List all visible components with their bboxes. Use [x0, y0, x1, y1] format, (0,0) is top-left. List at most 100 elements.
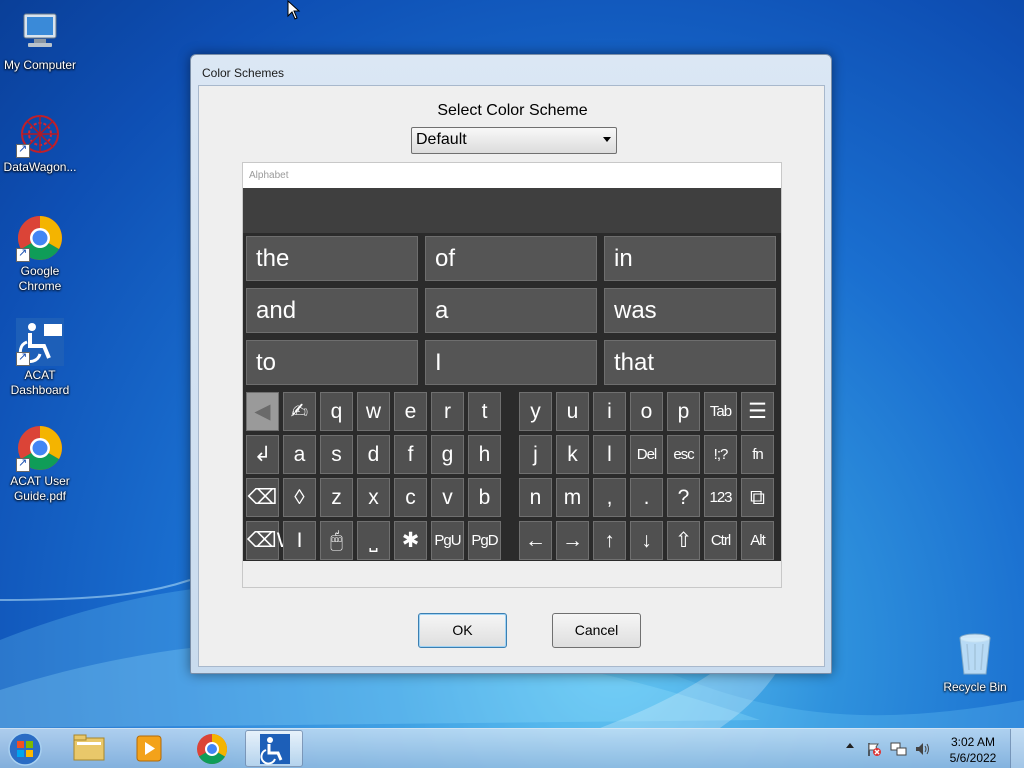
taskbar-media-player[interactable] — [120, 730, 178, 767]
keyboard-key[interactable]: Alt — [741, 521, 774, 560]
keyboard-key[interactable]: ⇧ — [667, 521, 700, 560]
keyboard-key[interactable]: . — [630, 478, 663, 517]
action-center-flag-icon[interactable] — [866, 741, 882, 757]
desktop-icon-recycle-bin[interactable]: Recycle Bin — [935, 630, 1015, 695]
keyboard-key[interactable]: PgD — [468, 521, 501, 560]
keyboard-key[interactable]: k — [556, 435, 589, 474]
shortcut-arrow-icon — [16, 350, 30, 366]
keyboard-key[interactable]: ↑ — [593, 521, 626, 560]
keyboard-key[interactable]: c — [394, 478, 427, 517]
keyboard-key[interactable]: q — [320, 392, 353, 431]
keyboard-key[interactable]: ✍ — [283, 392, 316, 431]
shortcut-arrow-icon — [16, 246, 30, 262]
keyboard-key[interactable]: j — [519, 435, 552, 474]
media-player-icon — [136, 735, 162, 762]
keyboard-key[interactable]: b — [468, 478, 501, 517]
recycle-bin-icon — [951, 630, 999, 678]
cancel-button[interactable]: Cancel — [552, 613, 641, 648]
desktop-icon-label: My Computer — [3, 58, 77, 72]
keyboard-key[interactable]: f — [394, 435, 427, 474]
color-scheme-dropdown[interactable]: Default — [411, 127, 617, 154]
keyboard-key[interactable]: Del — [630, 435, 663, 474]
keyboard-key[interactable]: ✱ — [394, 521, 427, 560]
select-color-scheme-label: Select Color Scheme — [437, 102, 588, 119]
dialog-title: Color Schemes — [202, 66, 285, 80]
keyboard-key[interactable]: n — [519, 478, 552, 517]
keyboard-key[interactable]: x — [357, 478, 390, 517]
taskbar-explorer[interactable] — [60, 730, 118, 767]
desktop-icon-google-chrome[interactable]: Google Chrome — [0, 214, 80, 294]
keyboard-key[interactable]: o — [630, 392, 663, 431]
keyboard-key[interactable]: t — [468, 392, 501, 431]
keyboard-key[interactable]: I — [283, 521, 316, 560]
keyboard-key[interactable]: y — [519, 392, 552, 431]
keyboard-key[interactable]: Ctrl — [704, 521, 737, 560]
keyboard-key[interactable]: Tab — [704, 392, 737, 431]
keyboard-key[interactable]: r — [431, 392, 464, 431]
keyboard-key[interactable]: z — [320, 478, 353, 517]
keyboard-key[interactable]: ? — [667, 478, 700, 517]
ok-button[interactable]: OK — [418, 613, 507, 648]
keyboard-key[interactable]: ◊ — [283, 478, 316, 517]
word-prediction-key[interactable]: in — [604, 236, 776, 281]
keyboard-key[interactable]: !;? — [704, 435, 737, 474]
keyboard-key[interactable]: , — [593, 478, 626, 517]
keyboard-key[interactable]: m — [556, 478, 589, 517]
volume-icon[interactable] — [914, 741, 932, 757]
keyboard-key[interactable]: ⧉ — [741, 478, 774, 517]
keyboard-key[interactable]: esc — [667, 435, 700, 474]
keyboard-key[interactable]: s — [320, 435, 353, 474]
word-prediction-key[interactable]: of — [425, 236, 597, 281]
network-icon[interactable] — [890, 741, 908, 757]
word-prediction-key[interactable]: a — [425, 288, 597, 333]
keyboard-key[interactable]: p — [667, 392, 700, 431]
keyboard-key[interactable]: → — [556, 521, 589, 560]
keyboard-key[interactable]: l — [593, 435, 626, 474]
chevron-down-icon[interactable] — [603, 137, 611, 142]
datawagon-icon — [16, 110, 64, 158]
keyboard-key[interactable]: h — [468, 435, 501, 474]
keyboard-key[interactable]: v — [431, 478, 464, 517]
keyboard-key[interactable]: ↲ — [246, 435, 279, 474]
keyboard-key[interactable]: a — [283, 435, 316, 474]
keyboard-key[interactable]: u — [556, 392, 589, 431]
keyboard-key[interactable]: ⌫W — [246, 521, 297, 560]
keyboard-key[interactable]: ↓ — [630, 521, 663, 560]
desktop-icon-acat-dashboard[interactable]: ACAT Dashboard — [0, 318, 80, 398]
keyboard-key[interactable]: d — [357, 435, 390, 474]
keyboard-key[interactable]: ← — [519, 521, 552, 560]
word-prediction-key[interactable]: I — [425, 340, 597, 385]
desktop-icon-label: Google Chrome — [18, 264, 62, 293]
desktop-icon-acat-user-guide[interactable]: ACAT User Guide.pdf — [0, 424, 80, 504]
keyboard-key[interactable]: i — [593, 392, 626, 431]
word-prediction-key[interactable]: to — [246, 340, 418, 385]
taskbar-clock[interactable]: 3:02 AM 5/6/2022 — [938, 734, 1008, 766]
start-button[interactable] — [6, 731, 44, 767]
desktop-icon-my-computer[interactable]: My Computer — [0, 8, 80, 73]
keyboard-key[interactable]: g — [431, 435, 464, 474]
chevron-up-icon[interactable] — [846, 743, 854, 748]
show-desktop-button[interactable] — [1010, 729, 1024, 768]
keyboard-key[interactable]: ◀ — [246, 392, 279, 431]
taskbar-chrome[interactable] — [183, 730, 241, 767]
keyboard-key[interactable]: ☰ — [741, 392, 774, 431]
keyboard-key[interactable]: e — [394, 392, 427, 431]
keyboard-key[interactable]: PgU — [431, 521, 464, 560]
desktop-icon-datawagon[interactable]: DataWagon... — [0, 110, 80, 175]
dialog-body: Select Color Scheme Default Alphabet the… — [198, 85, 825, 667]
word-prediction-key[interactable]: that — [604, 340, 776, 385]
keyboard-key[interactable]: 🖱 — [320, 521, 353, 560]
word-prediction-key[interactable]: the — [246, 236, 418, 281]
accessibility-icon — [16, 318, 64, 366]
keyboard-key[interactable]: fn — [741, 435, 774, 474]
word-prediction-key[interactable]: was — [604, 288, 776, 333]
taskbar-acat[interactable] — [245, 730, 303, 767]
system-tray — [840, 729, 935, 768]
keyboard-key[interactable]: w — [357, 392, 390, 431]
keyboard-key[interactable]: ⎵ — [357, 521, 390, 560]
taskbar: 3:02 AM 5/6/2022 — [0, 728, 1024, 768]
computer-icon — [16, 8, 64, 56]
keyboard-key[interactable]: 123 — [704, 478, 737, 517]
keyboard-key[interactable]: ⌫ — [246, 478, 279, 517]
word-prediction-key[interactable]: and — [246, 288, 418, 333]
